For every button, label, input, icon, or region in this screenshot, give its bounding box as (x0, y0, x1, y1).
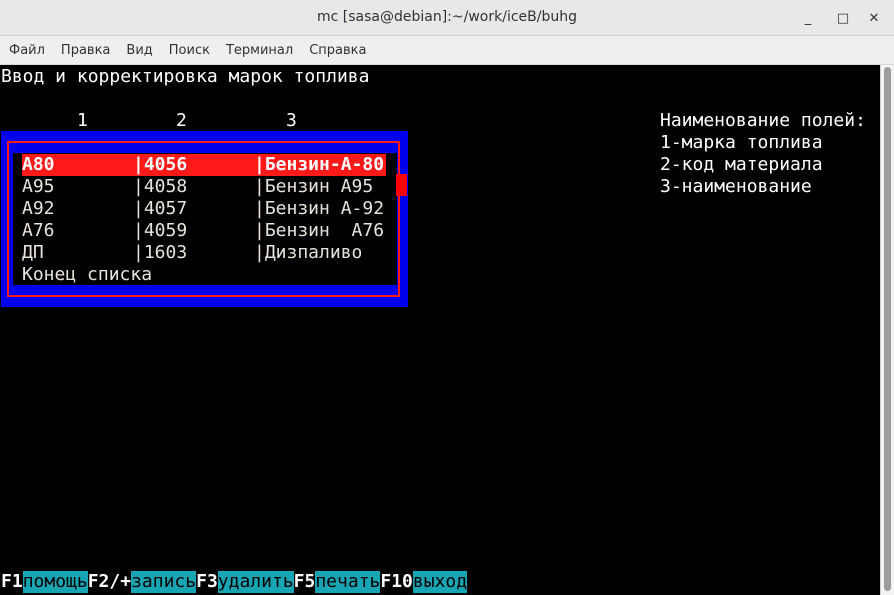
maximize-icon[interactable]: □ (833, 8, 853, 28)
row-name: |Бензин-А-80 (254, 154, 385, 175)
row-name: |Бензин А76 (254, 220, 385, 241)
row-mark: A76 (22, 220, 55, 241)
column-number-3: 3 (286, 110, 297, 131)
menu-search[interactable]: Поиск (161, 43, 218, 58)
fkey-f3[interactable]: F3 (196, 571, 218, 593)
row-code: |4059 (133, 220, 188, 241)
list-scroll-marker[interactable] (396, 174, 407, 196)
column-number-2: 2 (176, 110, 187, 131)
scrollbar-thumb[interactable] (884, 67, 891, 591)
column-number-1: 1 (77, 110, 88, 131)
row-code: |1603 (133, 242, 188, 263)
menu-bar: Файл Правка Вид Поиск Терминал Справка (0, 36, 894, 65)
screen-heading: Ввод и корректировка марок топлива (1, 66, 370, 87)
menu-edit[interactable]: Правка (53, 43, 118, 58)
row-code: |4056 (133, 154, 188, 175)
fkey-f2[interactable]: F2/+ (88, 571, 131, 593)
row-mark: A95 (22, 176, 55, 197)
end-of-list-label: Конец списка (22, 264, 153, 285)
legend-item: 2-код материала (660, 154, 823, 175)
legend-item: 3-наименование (660, 176, 812, 197)
fkey-f10-label[interactable]: выход (412, 571, 468, 593)
row-name: |Дизпаливо (254, 242, 363, 263)
window-titlebar: mc [sasa@debian]:~/work/iceB/buhg _ □ ✕ (0, 0, 894, 36)
minimize-icon[interactable]: _ (798, 8, 818, 28)
fkey-f10[interactable]: F10 (380, 571, 413, 593)
menu-view[interactable]: Вид (118, 43, 160, 58)
fkey-f1-label[interactable]: помощь (22, 571, 88, 593)
close-icon[interactable]: ✕ (864, 8, 884, 28)
fkey-f2-label[interactable]: запись (131, 571, 197, 593)
terminal-area[interactable]: Ввод и корректировка марок топлива 1 2 3… (0, 65, 880, 595)
function-key-bar: F1 помощь F2/+ запись F3 удалить F5 печать F10 вы… (1, 571, 468, 593)
window-title: mc [sasa@debian]:~/work/iceB/buhg (317, 9, 577, 25)
legend-title: Наименование полей: (660, 110, 866, 131)
menu-help[interactable]: Справка (301, 43, 374, 58)
row-mark: A92 (22, 198, 55, 219)
fkey-f5[interactable]: F5 (294, 571, 316, 593)
row-code: |4057 (133, 198, 188, 219)
row-mark: A80 (22, 154, 55, 175)
legend-item: 1-марка топлива (660, 132, 823, 153)
table-row[interactable]: A80 |4056 |Бензин-А-80 (22, 154, 386, 176)
fkey-f3-label[interactable]: удалить (217, 571, 294, 593)
row-name: |Бензин А-92 (254, 198, 385, 219)
fkey-f5-label[interactable]: печать (315, 571, 381, 593)
menu-file[interactable]: Файл (0, 43, 53, 58)
row-mark: ДП (22, 242, 44, 263)
row-name: |Бензин А95 (254, 176, 374, 197)
menu-terminal[interactable]: Терминал (218, 43, 301, 58)
terminal-scrollbar[interactable] (880, 65, 894, 595)
fkey-f1[interactable]: F1 (1, 571, 23, 593)
row-code: |4058 (133, 176, 188, 197)
